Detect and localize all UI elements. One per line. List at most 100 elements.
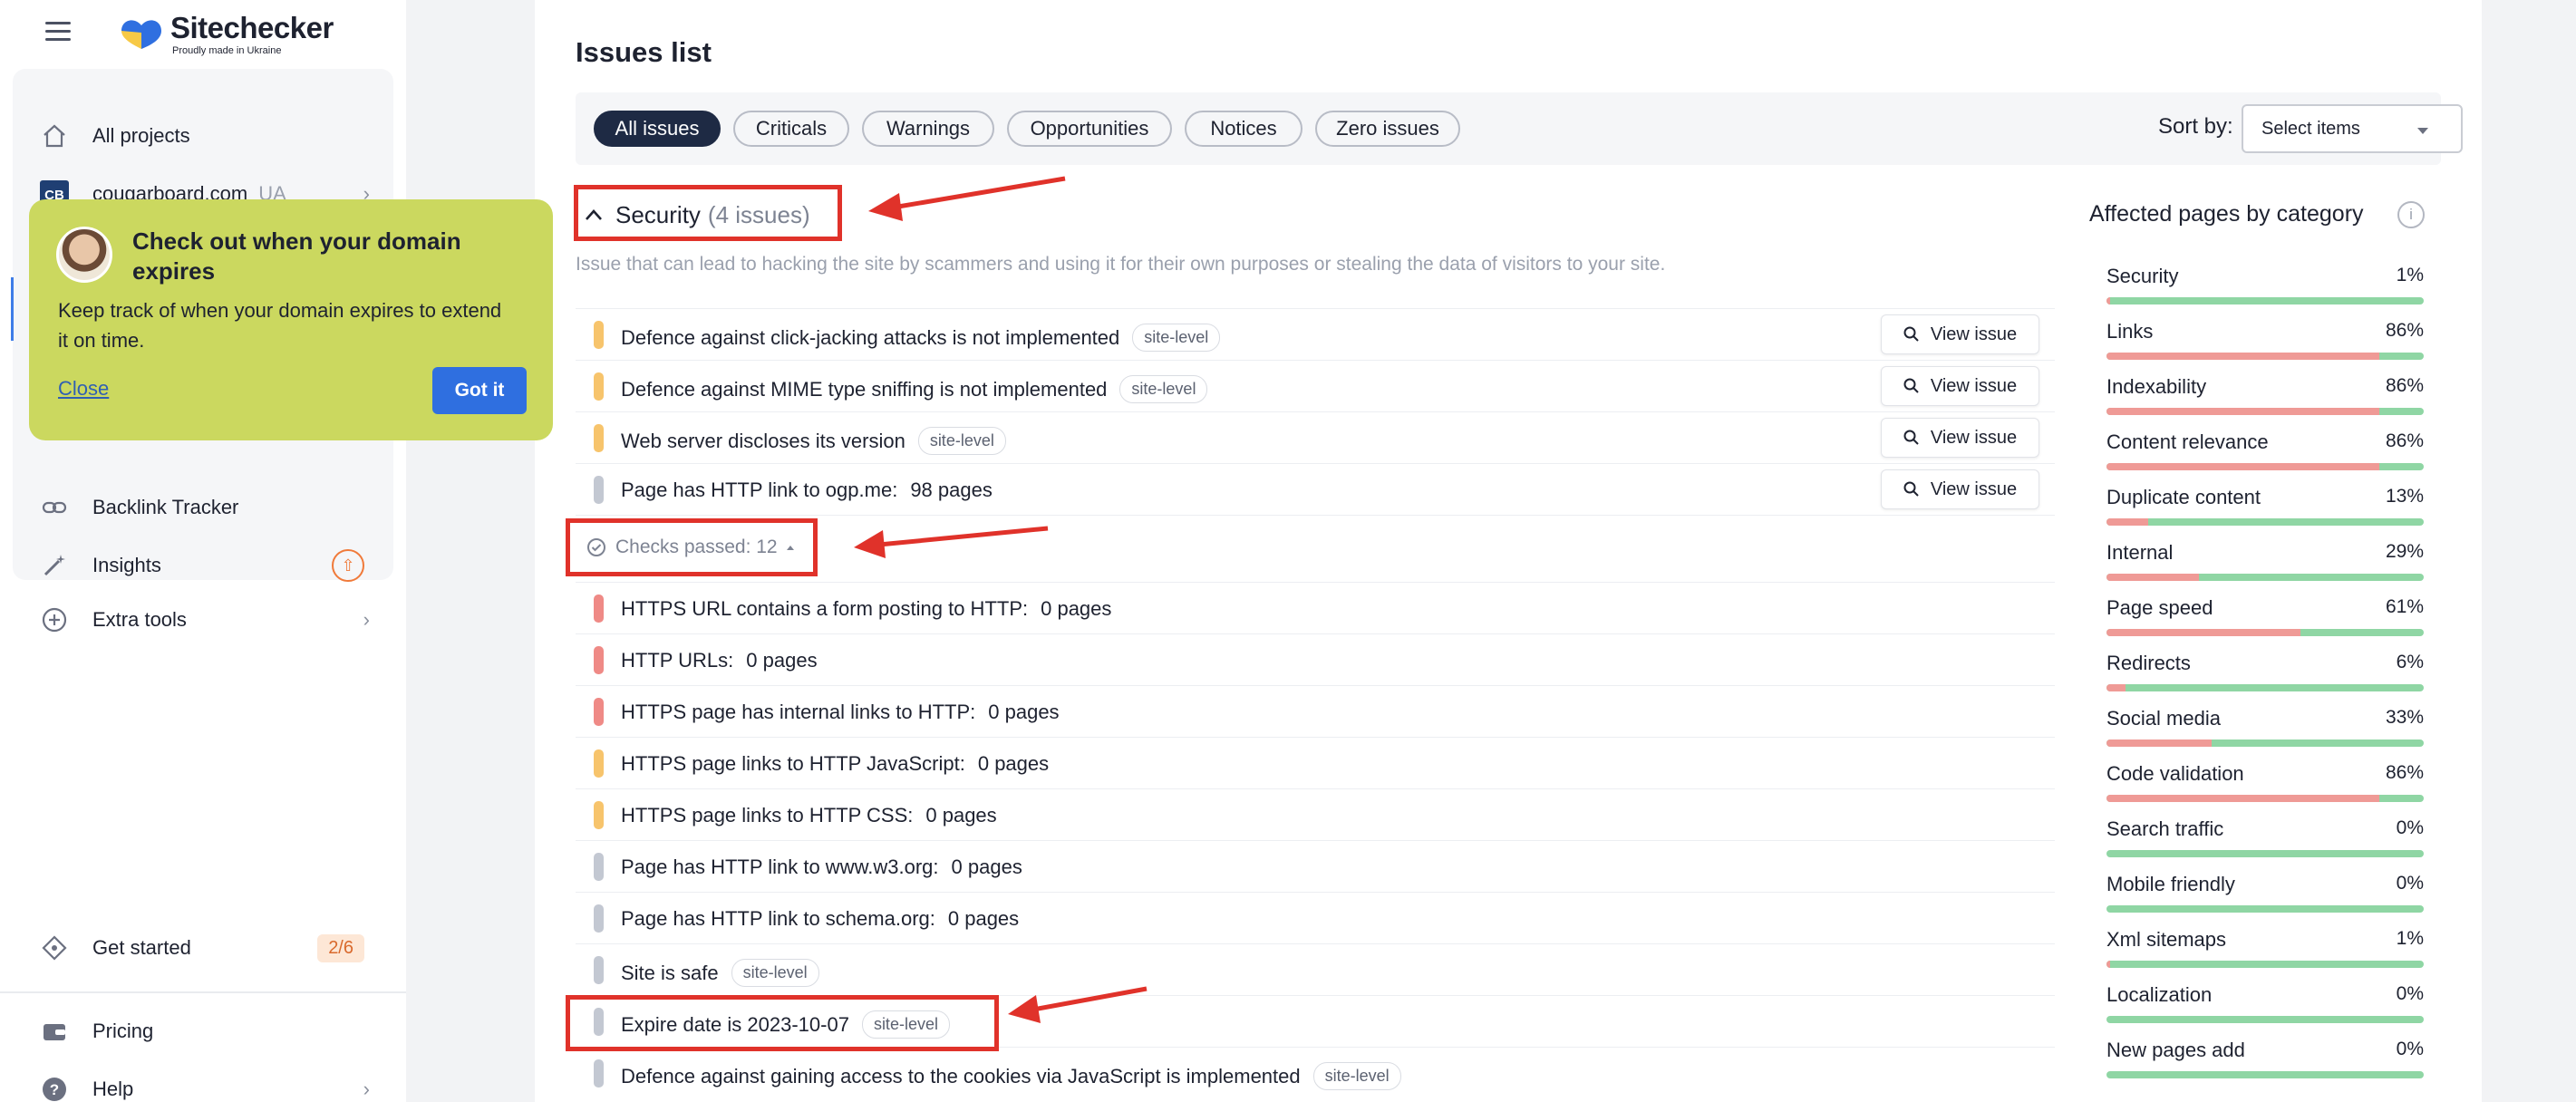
- category-name: Indexability: [2106, 375, 2207, 398]
- pages-count: 0 pages: [925, 804, 997, 826]
- info-icon[interactable]: i: [2397, 201, 2425, 228]
- site-level-tag: site-level: [917, 427, 1006, 455]
- issue-row[interactable]: Defence against click-jacking attacks is…: [576, 308, 2055, 360]
- category-name: Page speed: [2106, 596, 2213, 619]
- sidebar: Sitechecker Proudly made in Ukraine All …: [0, 0, 406, 1102]
- sidebar-item-extra-tools[interactable]: Extra tools ›: [13, 593, 393, 647]
- sidebar-item-all-projects[interactable]: All projects: [13, 109, 393, 163]
- issue-row[interactable]: Page has HTTP link to ogp.me: 98 pages Vi…: [576, 463, 2055, 515]
- category-percent: 0%: [2396, 983, 2424, 1004]
- filter-zero-issues[interactable]: Zero issues: [1315, 111, 1460, 147]
- annotation-box-security: [574, 185, 842, 241]
- issue-text: HTTPS page has internal links to HTTP:: [621, 701, 976, 723]
- magic-wand-icon: [40, 551, 69, 580]
- category-progress-bar: [2106, 740, 2424, 747]
- popup-close-link[interactable]: Close: [58, 377, 109, 401]
- logo-heart-icon: [121, 20, 161, 49]
- category-item[interactable]: Indexability 86%: [2106, 375, 2424, 430]
- passed-row[interactable]: HTTP URLs: 0 pages: [576, 633, 2055, 685]
- severity-indicator: [594, 698, 604, 726]
- category-percent: 0%: [2396, 817, 2424, 838]
- view-issue-button[interactable]: View issue: [1881, 418, 2039, 458]
- got-it-button[interactable]: Got it: [432, 367, 527, 414]
- filter-notices[interactable]: Notices: [1185, 111, 1303, 147]
- category-percent: 6%: [2396, 652, 2424, 672]
- category-item[interactable]: Content relevance 86%: [2106, 430, 2424, 485]
- passed-row[interactable]: HTTPS page links to HTTP CSS: 0 pages: [576, 788, 2055, 840]
- view-issue-label: View issue: [1930, 427, 2018, 448]
- issue-text: Defence against click-jacking attacks is…: [621, 325, 1120, 349]
- passed-row[interactable]: Site is safe site-level: [576, 943, 2055, 995]
- passed-row[interactable]: Defence against gaining access to the co…: [576, 1047, 2055, 1098]
- category-progress-bar: [2106, 353, 2424, 360]
- site-level-tag: site-level: [1312, 1062, 1401, 1090]
- logo[interactable]: Sitechecker Proudly made in Ukraine: [118, 9, 353, 56]
- severity-indicator: [594, 853, 604, 881]
- category-item[interactable]: Internal 29%: [2106, 541, 2424, 595]
- sidebar-item-insights[interactable]: Insights ⇧: [13, 538, 393, 593]
- view-issue-button[interactable]: View issue: [1881, 314, 2039, 354]
- category-item[interactable]: Code validation 86%: [2106, 762, 2424, 817]
- passed-row[interactable]: HTTPS URL contains a form posting to HTT…: [576, 582, 2055, 633]
- sort-select[interactable]: Select items: [2242, 104, 2463, 153]
- category-item[interactable]: Links 86%: [2106, 320, 2424, 374]
- search-icon: [1903, 326, 1919, 342]
- pages-count: 98 pages: [910, 478, 993, 501]
- category-progress-fill: [2106, 297, 2110, 304]
- filter-criticals[interactable]: Criticals: [733, 111, 849, 147]
- category-percent: 0%: [2396, 1039, 2424, 1059]
- category-progress-fill: [2106, 795, 2379, 802]
- category-item[interactable]: Mobile friendly 0%: [2106, 873, 2424, 927]
- category-item[interactable]: Redirects 6%: [2106, 652, 2424, 706]
- issue-text: HTTP URLs:: [621, 649, 734, 672]
- issue-row[interactable]: Web server discloses its version site-lev…: [576, 411, 2055, 463]
- severity-indicator: [594, 1059, 604, 1088]
- chevron-right-icon: ›: [363, 1078, 370, 1100]
- category-name: Localization: [2106, 983, 2213, 1006]
- progress-badge: 2/6: [317, 933, 364, 962]
- sidebar-item-help[interactable]: ? Help ›: [13, 1062, 393, 1102]
- category-progress-fill: [2106, 740, 2212, 747]
- sidebar-item-get-started[interactable]: Get started 2/6: [13, 921, 393, 975]
- passed-row[interactable]: Page has HTTP link to www.w3.org: 0 pages: [576, 840, 2055, 892]
- popup-title: Check out when your domain expires: [132, 227, 461, 285]
- search-icon: [1903, 481, 1919, 497]
- category-progress-bar: [2106, 629, 2424, 636]
- filter-warnings[interactable]: Warnings: [862, 111, 994, 147]
- filter-all-issues[interactable]: All issues: [594, 111, 721, 147]
- page-title: Issues list: [576, 36, 712, 68]
- category-item[interactable]: Localization 0%: [2106, 983, 2424, 1038]
- category-progress-bar: [2106, 1016, 2424, 1023]
- view-issue-button[interactable]: View issue: [1881, 469, 2039, 509]
- category-item[interactable]: Duplicate content 13%: [2106, 486, 2424, 540]
- sidebar-item-pricing[interactable]: Pricing: [13, 1004, 393, 1058]
- category-item[interactable]: Page speed 61%: [2106, 596, 2424, 651]
- issue-text: Page has HTTP link to ogp.me:: [621, 478, 898, 501]
- sidebar-item-label: Help: [92, 1078, 134, 1100]
- category-progress-fill: [2106, 518, 2148, 526]
- passed-row[interactable]: Page has HTTP link to schema.org: 0 pages: [576, 892, 2055, 943]
- category-item[interactable]: New pages add 0%: [2106, 1039, 2424, 1093]
- category-progress-bar: [2106, 574, 2424, 581]
- category-item[interactable]: Xml sitemaps 1%: [2106, 928, 2424, 982]
- category-item[interactable]: Search traffic 0%: [2106, 817, 2424, 872]
- view-issue-button[interactable]: View issue: [1881, 366, 2039, 406]
- pages-count: 0 pages: [1041, 597, 1112, 620]
- category-item[interactable]: Social media 33%: [2106, 707, 2424, 761]
- filter-opportunities[interactable]: Opportunities: [1007, 111, 1172, 147]
- category-item[interactable]: Security 1%: [2106, 265, 2424, 319]
- sidebar-item-backlink-tracker[interactable]: Backlink Tracker: [13, 480, 393, 535]
- passed-row[interactable]: HTTPS page links to HTTP JavaScript: 0 pa…: [576, 737, 2055, 788]
- site-level-tag: site-level: [1132, 324, 1221, 352]
- menu-icon[interactable]: [45, 22, 71, 42]
- category-progress-bar: [2106, 408, 2424, 415]
- passed-row[interactable]: HTTPS page has internal links to HTTP: 0 …: [576, 685, 2055, 737]
- upgrade-icon[interactable]: ⇧: [332, 549, 364, 582]
- site-level-tag: site-level: [1119, 375, 1208, 403]
- issue-text: Page has HTTP link to schema.org:: [621, 907, 935, 930]
- sidebar-item-label: Get started: [92, 936, 191, 959]
- issue-row[interactable]: Defence against MIME type sniffing is no…: [576, 360, 2055, 411]
- category-percent: 13%: [2385, 486, 2424, 507]
- brand-tagline: Proudly made in Ukraine: [172, 45, 282, 56]
- issue-text: HTTPS URL contains a form posting to HTT…: [621, 597, 1029, 620]
